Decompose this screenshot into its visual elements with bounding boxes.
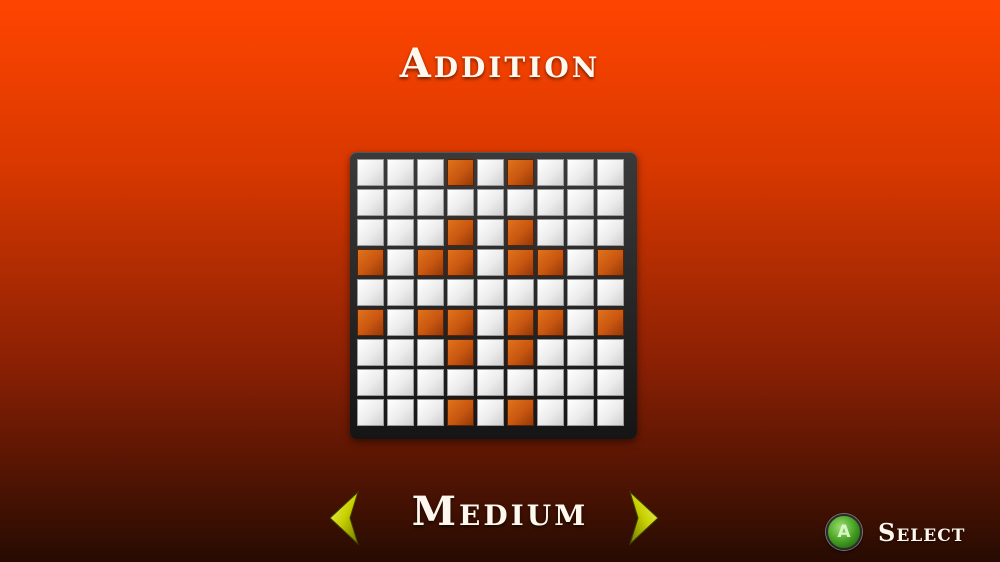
grid-cell-empty [357, 279, 384, 306]
chevron-left-icon [329, 490, 360, 546]
grid-cell-filled [597, 309, 624, 336]
grid-cell-filled [447, 399, 474, 426]
grid-cell-filled [447, 159, 474, 186]
grid-cell-empty [537, 159, 564, 186]
grid-cell-empty [477, 219, 504, 246]
grid-cell-empty [387, 309, 414, 336]
grid-cell-empty [567, 189, 594, 216]
grid-cell-filled [537, 249, 564, 276]
grid-cell-empty [447, 189, 474, 216]
grid-cell-empty [477, 309, 504, 336]
grid-cell-empty [387, 369, 414, 396]
grid-cell-empty [567, 159, 594, 186]
grid-cell-filled [597, 249, 624, 276]
grid-cell-empty [507, 279, 534, 306]
grid-cell-empty [537, 279, 564, 306]
grid-cell-empty [567, 309, 594, 336]
grid-cell-empty [387, 249, 414, 276]
grid-cell-empty [597, 189, 624, 216]
grid-cell-empty [477, 189, 504, 216]
grid-cell-empty [387, 339, 414, 366]
a-button-icon: A [826, 514, 862, 550]
screen-title: Addition [399, 40, 601, 87]
grid-cell-empty [477, 369, 504, 396]
grid-cell-empty [477, 399, 504, 426]
difficulty-label: Medium [411, 488, 589, 535]
grid-cell-empty [417, 219, 444, 246]
grid-cell-empty [357, 399, 384, 426]
grid-cell-filled [507, 249, 534, 276]
grid-cell-empty [417, 399, 444, 426]
grid-cell-empty [357, 189, 384, 216]
grid-cell-empty [387, 399, 414, 426]
grid-cell-empty [387, 219, 414, 246]
grid-cell-empty [417, 279, 444, 306]
grid-cell-empty [477, 279, 504, 306]
grid-cell-empty [567, 249, 594, 276]
grid-cell-empty [417, 189, 444, 216]
grid-cell-filled [357, 249, 384, 276]
grid-cell-filled [447, 309, 474, 336]
grid-cell-empty [357, 159, 384, 186]
grid-cell-filled [417, 249, 444, 276]
grid-cell-empty [387, 159, 414, 186]
grid-cell-empty [477, 249, 504, 276]
difficulty-next-button[interactable] [628, 490, 660, 546]
grid-cell-filled [447, 339, 474, 366]
grid-cell-filled [507, 159, 534, 186]
puzzle-grid [357, 159, 624, 426]
grid-cell-empty [417, 159, 444, 186]
select-label: Select [878, 517, 966, 547]
grid-cell-empty [447, 369, 474, 396]
grid-cell-empty [477, 159, 504, 186]
grid-cell-empty [567, 339, 594, 366]
grid-cell-empty [507, 369, 534, 396]
chevron-right-icon [628, 490, 659, 546]
grid-cell-empty [417, 339, 444, 366]
grid-cell-empty [537, 339, 564, 366]
grid-cell-empty [387, 189, 414, 216]
grid-cell-empty [597, 369, 624, 396]
grid-cell-empty [357, 219, 384, 246]
grid-cell-empty [387, 279, 414, 306]
grid-cell-empty [567, 279, 594, 306]
grid-cell-empty [447, 279, 474, 306]
grid-cell-empty [597, 339, 624, 366]
grid-cell-empty [597, 279, 624, 306]
grid-cell-filled [447, 219, 474, 246]
puzzle-preview-board [350, 152, 637, 439]
grid-cell-filled [507, 219, 534, 246]
grid-cell-empty [417, 369, 444, 396]
grid-cell-empty [477, 339, 504, 366]
difficulty-prev-button[interactable] [328, 490, 360, 546]
grid-cell-filled [507, 399, 534, 426]
grid-cell-filled [447, 249, 474, 276]
grid-cell-empty [597, 399, 624, 426]
grid-cell-empty [537, 399, 564, 426]
grid-cell-empty [537, 189, 564, 216]
grid-cell-empty [357, 369, 384, 396]
select-hint[interactable]: A Select [826, 513, 965, 551]
grid-cell-filled [357, 309, 384, 336]
grid-cell-filled [417, 309, 444, 336]
grid-cell-filled [537, 309, 564, 336]
grid-cell-empty [567, 399, 594, 426]
grid-cell-empty [507, 189, 534, 216]
grid-cell-empty [537, 219, 564, 246]
grid-cell-empty [597, 219, 624, 246]
grid-cell-filled [507, 309, 534, 336]
grid-cell-empty [567, 369, 594, 396]
grid-cell-empty [567, 219, 594, 246]
grid-cell-empty [597, 159, 624, 186]
grid-cell-empty [357, 339, 384, 366]
grid-cell-filled [507, 339, 534, 366]
grid-cell-empty [537, 369, 564, 396]
